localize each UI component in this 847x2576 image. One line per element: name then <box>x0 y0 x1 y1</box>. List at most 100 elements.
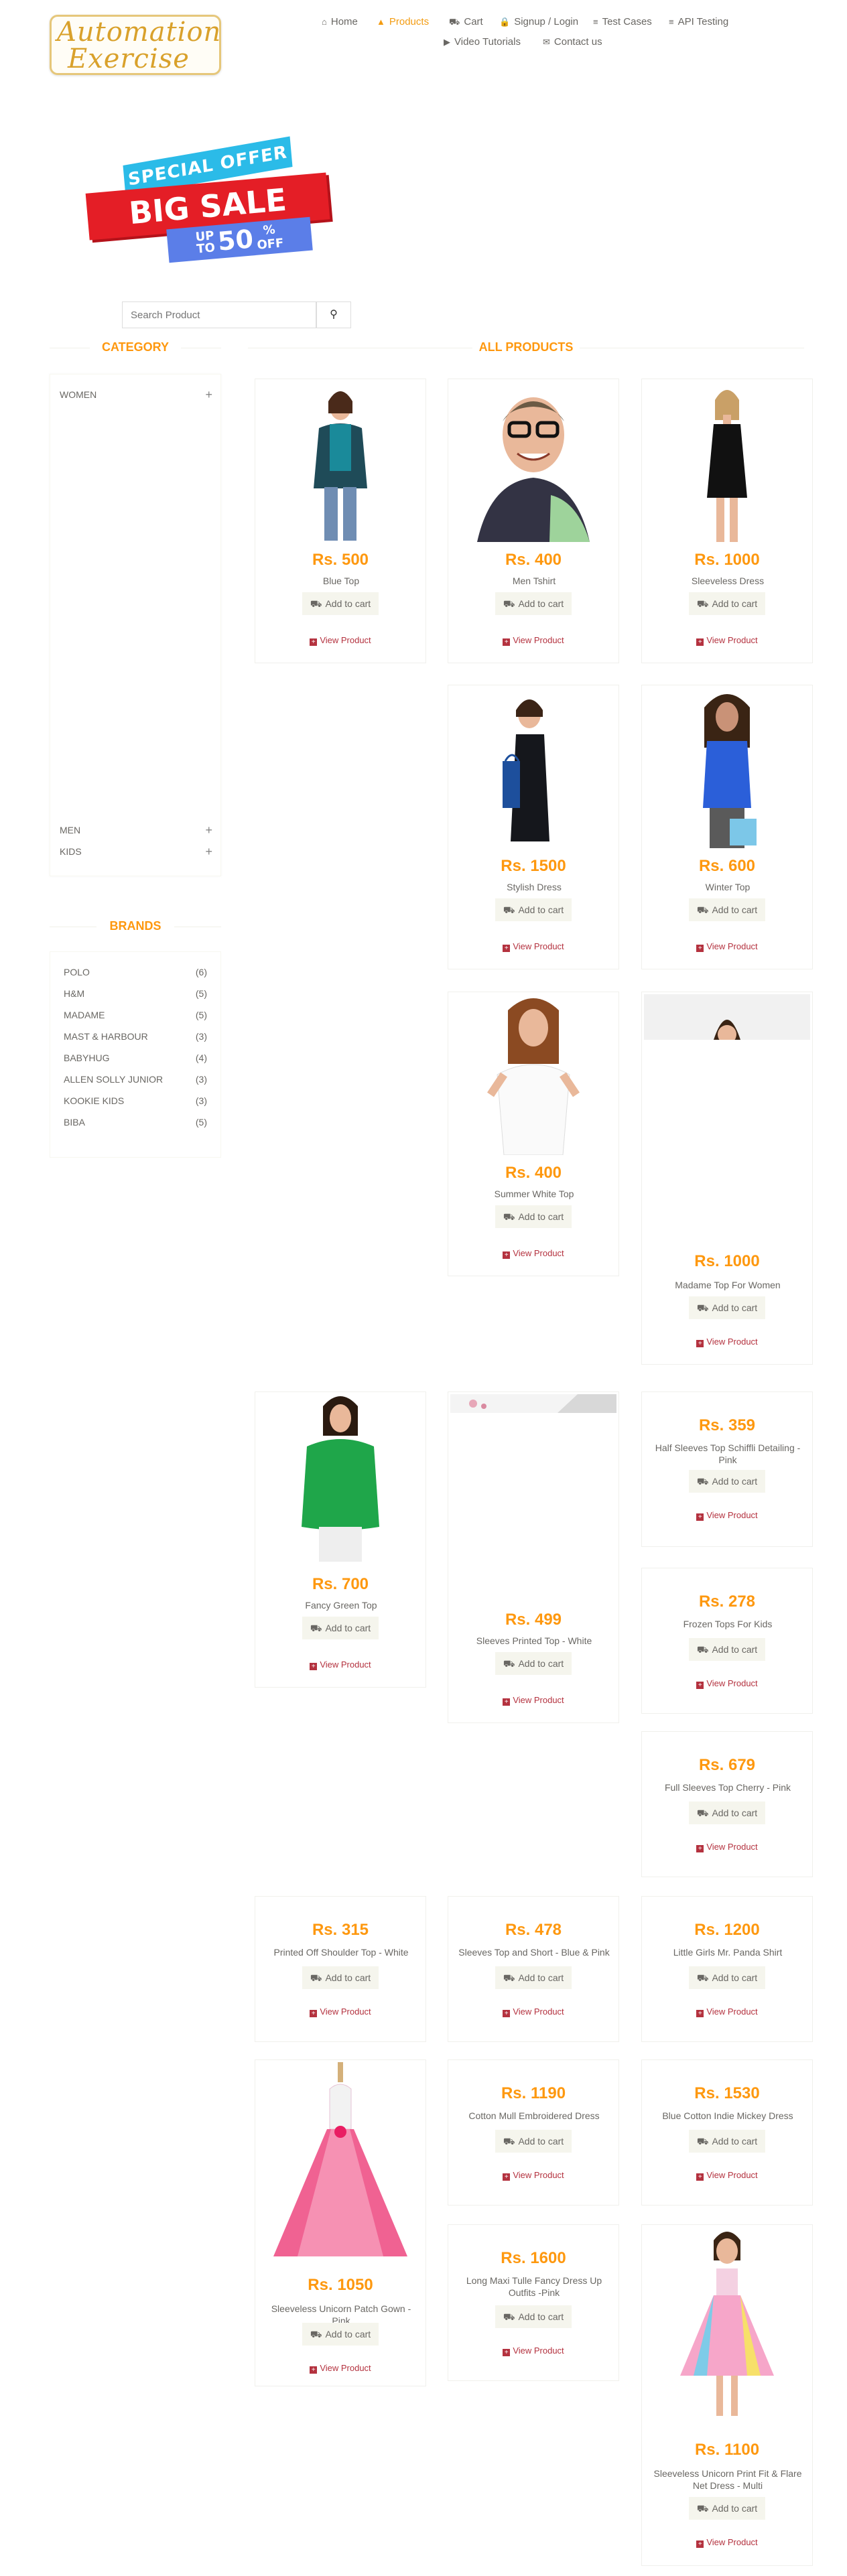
add-to-cart-button[interactable]: ⛟ Add to cart <box>689 1470 765 1493</box>
add-to-cart-label: Add to cart <box>712 2503 758 2514</box>
product-image <box>644 687 810 848</box>
add-to-cart-button[interactable]: ⛟ Add to cart <box>689 898 765 921</box>
brands-title: BRANDS <box>50 919 221 933</box>
add-to-cart-button[interactable]: ⛟ Add to cart <box>302 2323 379 2346</box>
list-icon: ≡ <box>669 17 674 27</box>
add-to-cart-button[interactable]: ⛟ Add to cart <box>302 592 379 615</box>
view-product-link[interactable]: + View Product <box>448 2346 618 2356</box>
add-to-cart-button[interactable]: ⛟ Add to cart <box>495 2130 572 2153</box>
product-name: Blue Top <box>322 575 360 586</box>
add-to-cart-label: Add to cart <box>518 1972 564 1983</box>
nav-contact-us[interactable]: ✉ Contact us <box>543 36 602 48</box>
product-name: Madame Top For Women <box>675 1280 781 1290</box>
category-men[interactable]: MEN + <box>60 823 212 837</box>
view-product-link[interactable]: + View Product <box>642 941 812 952</box>
product-card: Rs. 1000 Madame Top For Women ⛟ Add to cart… <box>641 992 813 1365</box>
plus-square-icon: + <box>310 2010 318 2017</box>
brand-item[interactable]: KOOKIE KIDS (3) <box>64 1095 207 1106</box>
nav-home[interactable]: ⌂ Home <box>322 16 358 27</box>
product-price: Rs. 478 <box>505 1921 562 1939</box>
add-to-cart-button[interactable]: ⛟ Add to cart <box>495 898 572 921</box>
add-to-cart-button[interactable]: ⛟ Add to cart <box>689 1802 765 1824</box>
view-product-link[interactable]: + View Product <box>642 2537 812 2548</box>
add-to-cart-button[interactable]: ⛟ Add to cart <box>495 1205 572 1228</box>
product-card: Rs. 1600 Long Maxi Tulle Fancy Dress Up O… <box>448 2224 619 2381</box>
view-product-link[interactable]: + View Product <box>448 941 618 952</box>
cart-icon: ⛟ <box>310 1972 322 1983</box>
category-women[interactable]: WOMEN + <box>60 388 212 402</box>
product-price: Rs. 1190 <box>501 2084 566 2102</box>
view-product-link[interactable]: + View Product <box>255 2363 426 2374</box>
view-product-link[interactable]: + View Product <box>448 2007 618 2017</box>
nav-video-tutorials[interactable]: ▶ Video Tutorials <box>444 36 521 48</box>
plus-square-icon: + <box>310 1663 318 1670</box>
view-product-link[interactable]: + View Product <box>255 1659 426 1670</box>
view-product-link[interactable]: + View Product <box>642 635 812 646</box>
view-product-link[interactable]: + View Product <box>642 1337 812 1347</box>
product-card: Rs. 1190 Cotton Mull Embroidered Dress ⛟ Ad… <box>448 2059 619 2206</box>
view-product-link[interactable]: + View Product <box>255 635 426 646</box>
add-to-cart-button[interactable]: ⛟ Add to cart <box>689 592 765 615</box>
brand-item[interactable]: POLO (6) <box>64 967 207 977</box>
product-card: Rs. 400 Summer White Top ⛟ Add to cart + View… <box>448 992 619 1276</box>
plus-icon[interactable]: + <box>205 388 212 402</box>
add-to-cart-button[interactable]: ⛟ Add to cart <box>495 1966 572 1989</box>
view-product-link[interactable]: + View Product <box>448 2170 618 2181</box>
brand-item[interactable]: H&M (5) <box>64 988 207 999</box>
cart-icon: ⛟ <box>503 2136 515 2147</box>
view-product-link[interactable]: + View Product <box>448 1248 618 1259</box>
view-product-link[interactable]: + View Product <box>642 1842 812 1852</box>
add-to-cart-button[interactable]: ⛟ Add to cart <box>689 2130 765 2153</box>
search-input[interactable] <box>122 301 316 328</box>
add-to-cart-button[interactable]: ⛟ Add to cart <box>689 2497 765 2520</box>
plus-icon[interactable]: + <box>205 823 212 837</box>
nav-signup-login[interactable]: 🔒 Signup / Login <box>499 16 578 27</box>
view-product-label: View Product <box>706 1510 758 1520</box>
view-product-label: View Product <box>706 941 758 951</box>
add-to-cart-button[interactable]: ⛟ Add to cart <box>689 1296 765 1319</box>
add-to-cart-button[interactable]: ⛟ Add to cart <box>302 1617 379 1639</box>
product-image <box>644 381 810 542</box>
view-product-link[interactable]: + View Product <box>448 635 618 646</box>
product-card: Rs. 315 Printed Off Shoulder Top - White ⛟… <box>255 1896 426 2042</box>
view-product-label: View Product <box>513 2007 564 2017</box>
view-product-label: View Product <box>706 2537 758 2547</box>
view-product-link[interactable]: + View Product <box>642 1510 812 1521</box>
add-to-cart-button[interactable]: ⛟ Add to cart <box>689 1966 765 1989</box>
view-product-label: View Product <box>513 635 564 645</box>
plus-icon[interactable]: + <box>205 845 212 859</box>
list-icon: ≡ <box>593 17 598 27</box>
view-product-label: View Product <box>320 2363 371 2373</box>
product-price: Rs. 400 <box>505 1164 562 1182</box>
nav-cart[interactable]: ⛟ Cart <box>449 16 483 29</box>
cart-icon: ⛟ <box>696 1302 709 1313</box>
category-kids[interactable]: KIDS + <box>60 845 212 859</box>
view-product-link[interactable]: + View Product <box>642 1678 812 1689</box>
brand-item[interactable]: BIBA (5) <box>64 1117 207 1128</box>
add-to-cart-button[interactable]: ⛟ Add to cart <box>495 2305 572 2328</box>
view-product-link[interactable]: + View Product <box>642 2007 812 2017</box>
add-to-cart-label: Add to cart <box>712 598 758 609</box>
all-products-title: ALL PRODUCTS <box>248 340 804 354</box>
brand-item[interactable]: MADAME (5) <box>64 1010 207 1020</box>
brand-item[interactable]: ALLEN SOLLY JUNIOR (3) <box>64 1074 207 1085</box>
brand-item[interactable]: BABYHUG (4) <box>64 1053 207 1063</box>
site-logo[interactable]: Automation Exercise <box>50 15 221 75</box>
brand-item[interactable]: MAST & HARBOUR (3) <box>64 1031 207 1042</box>
search-button[interactable]: ⚲ <box>316 301 351 328</box>
add-to-cart-button[interactable]: ⛟ Add to cart <box>495 1652 572 1675</box>
view-product-link[interactable]: + View Product <box>448 1695 618 1706</box>
product-name: Sleeveless Dress <box>691 575 765 586</box>
add-to-cart-button[interactable]: ⛟ Add to cart <box>689 1638 765 1661</box>
add-to-cart-button[interactable]: ⛟ Add to cart <box>302 1966 379 1989</box>
nav-products[interactable]: ▲ Products <box>377 16 429 27</box>
nav-test-cases[interactable]: ≡ Test Cases <box>593 16 652 27</box>
view-product-link[interactable]: + View Product <box>642 2170 812 2181</box>
plus-square-icon: + <box>503 945 511 952</box>
add-to-cart-button[interactable]: ⛟ Add to cart <box>495 592 572 615</box>
product-image <box>257 381 424 542</box>
product-card: Rs. 600 Winter Top ⛟ Add to cart + View Produ… <box>641 685 813 969</box>
nav-api-testing[interactable]: ≡ API Testing <box>669 16 728 27</box>
view-product-link[interactable]: + View Product <box>255 2007 426 2017</box>
product-price: Rs. 1600 <box>501 2249 566 2267</box>
